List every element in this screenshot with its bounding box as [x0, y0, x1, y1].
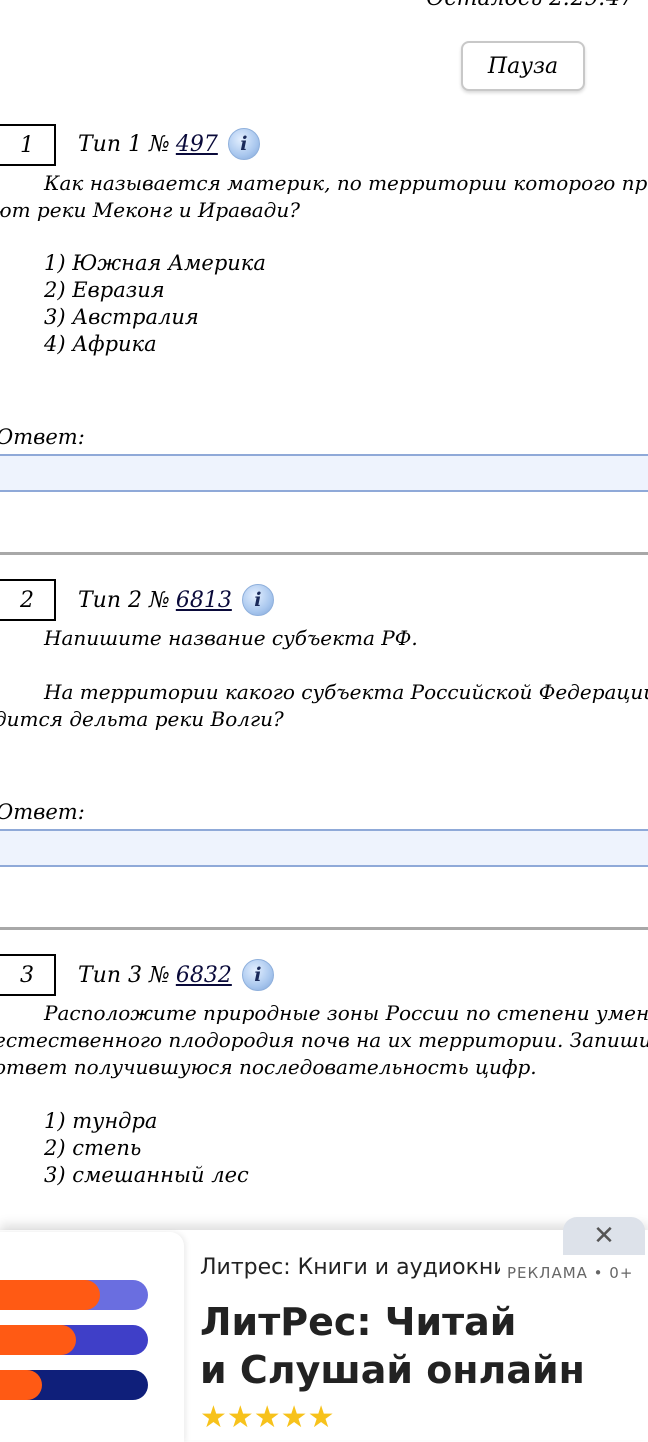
logo-stripe: [0, 1280, 148, 1310]
litres-logo: [0, 1232, 184, 1442]
timer: Осталось 2:29:47: [426, 0, 634, 11]
option: 3) смешанный лес: [44, 1163, 249, 1187]
info-icon[interactable]: i: [227, 128, 260, 160]
ad-tag: РЕКЛАМА • 0+: [507, 1264, 634, 1282]
task-id-link[interactable]: 497: [176, 132, 218, 157]
logo-stripe: [0, 1370, 148, 1400]
info-icon[interactable]: i: [241, 959, 274, 991]
task-type-label: Тип 3 №: [78, 962, 170, 988]
option: 3) Австралия: [44, 305, 199, 329]
answer-input-1[interactable]: [0, 454, 648, 492]
task-divider: [0, 927, 648, 930]
question-text-1: Как называется материк, по территории ко…: [0, 171, 648, 222]
task-divider: [0, 552, 648, 555]
task-type-3: Тип 3 № 6832 i: [78, 959, 274, 991]
option: 2) степь: [44, 1136, 142, 1160]
task-number-3: 3: [0, 954, 56, 996]
task-number-1: 1: [0, 124, 56, 166]
answer-input-2[interactable]: [0, 829, 648, 867]
logo-stripe: [0, 1325, 148, 1355]
task-type-label: Тип 1 №: [78, 131, 170, 157]
ad-source: Литрес: Книги и аудиокниги: [200, 1255, 500, 1280]
answer-label-1: Ответ:: [0, 425, 85, 449]
options-3: 1) тундра 2) степь 3) смешанный лес: [44, 1108, 249, 1189]
task-type-2: Тип 2 № 6813 i: [78, 584, 274, 616]
option: 1) Южная Америка: [44, 251, 266, 275]
rating-stars: ★★★★★: [200, 1400, 335, 1435]
option: 1) тундра: [44, 1109, 158, 1133]
question-text-2: Напишите название субъекта РФ. На террит…: [0, 626, 648, 731]
question-text-3: Расположите природные зоны России по сте…: [0, 1001, 648, 1079]
option: 2) Евразия: [44, 278, 165, 302]
options-1: 1) Южная Америка 2) Евразия 3) Австралия…: [44, 250, 266, 358]
task-id-link[interactable]: 6813: [176, 588, 232, 613]
task-type-1: Тип 1 № 497 i: [78, 128, 260, 160]
task-number-2: 2: [0, 579, 56, 621]
close-icon[interactable]: ✕: [563, 1217, 645, 1255]
answer-label-2: Ответ:: [0, 800, 85, 824]
option: 4) Африка: [44, 332, 157, 356]
ad-banner[interactable]: ✕ Литрес: Книги и аудиокниги РЕКЛАМА • 0…: [0, 1217, 648, 1442]
task-type-label: Тип 2 №: [78, 587, 170, 613]
ad-title[interactable]: ЛитРес: Читай и Слушай онлайн: [200, 1298, 585, 1394]
pause-button[interactable]: Пауза: [461, 41, 585, 91]
info-icon[interactable]: i: [241, 584, 274, 616]
task-id-link[interactable]: 6832: [176, 963, 232, 988]
